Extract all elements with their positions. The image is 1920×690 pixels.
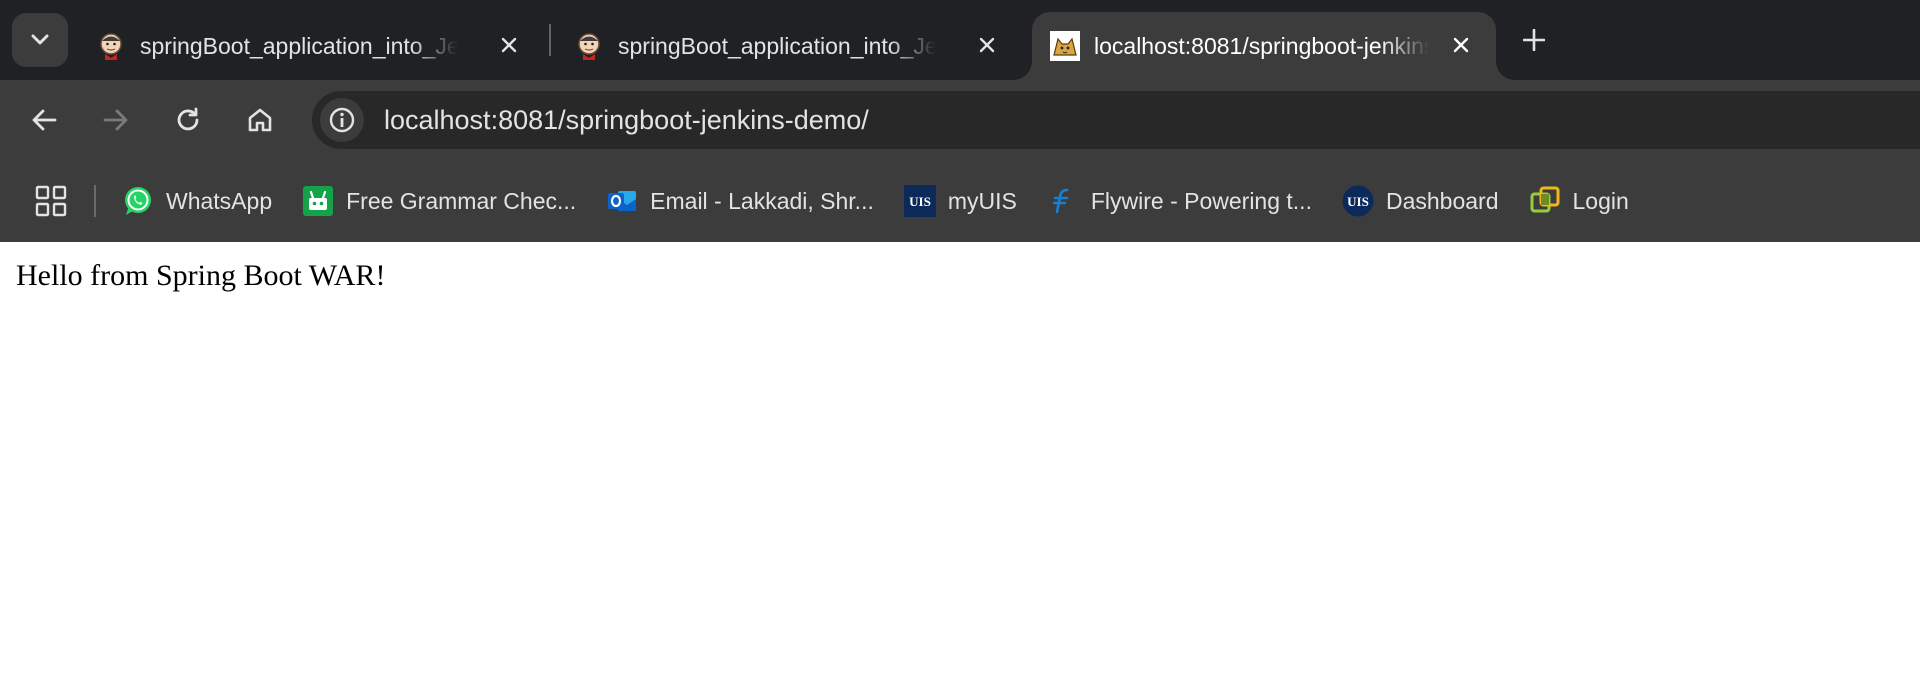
uis-icon: UIS xyxy=(1342,185,1374,217)
bookmark-label: Flywire - Powering t... xyxy=(1090,187,1312,214)
svg-text:UIS: UIS xyxy=(909,194,931,209)
bookmark-label: Email - Lakkadi, Shr... xyxy=(650,187,874,214)
home-icon xyxy=(248,108,272,132)
tab-title: springBoot_application_into_Jenkins xyxy=(140,32,458,59)
page-content: Hello from Spring Boot WAR! xyxy=(0,242,1920,690)
whatsapp-icon xyxy=(125,187,151,215)
vmware-icon xyxy=(1530,186,1559,213)
close-icon xyxy=(501,37,517,53)
tab-strip: springBoot_application_into_Jenkins spri… xyxy=(0,0,1920,80)
reload-button[interactable] xyxy=(168,100,208,140)
page-message: Hello from Spring Boot WAR! xyxy=(16,259,386,292)
reload-icon xyxy=(177,107,199,131)
arrow-right-icon xyxy=(103,109,128,131)
tab-title: localhost:8081/springboot-jenkins-demo/ xyxy=(1094,32,1430,59)
browser-toolbar: localhost:8081/springboot-jenkins-demo/ xyxy=(0,80,1920,160)
plus-icon xyxy=(1523,29,1545,51)
tab-search-button[interactable] xyxy=(12,13,68,67)
tab-close-button[interactable] xyxy=(1444,28,1478,62)
close-icon xyxy=(979,37,995,53)
bookmark-myuis[interactable]: UIS myUIS xyxy=(894,179,1029,223)
svg-text:UIS: UIS xyxy=(1347,194,1369,209)
bookmark-grammar-checker[interactable]: Free Grammar Chec... xyxy=(292,179,588,223)
bookmarks-divider xyxy=(94,185,96,217)
bookmark-label: myUIS xyxy=(947,187,1017,214)
jenkins-icon xyxy=(100,33,122,60)
bookmark-whatsapp[interactable]: WhatsApp xyxy=(112,179,284,223)
back-button[interactable] xyxy=(24,100,64,140)
info-icon xyxy=(329,107,355,133)
tab-2[interactable]: springBoot_application_into_Jenkins xyxy=(574,12,1004,80)
chevron-down-icon xyxy=(31,34,49,45)
tomcat-icon xyxy=(1050,31,1080,61)
flywire-icon xyxy=(1052,188,1069,214)
close-icon xyxy=(1453,37,1469,53)
tab-close-button[interactable] xyxy=(970,28,1004,62)
tab-title: springBoot_application_into_Jenkins xyxy=(618,32,936,59)
bookmark-label: Free Grammar Chec... xyxy=(346,187,577,214)
grammar-checker-icon xyxy=(303,186,334,216)
bookmark-email[interactable]: Email - Lakkadi, Shr... xyxy=(596,179,886,223)
bookmark-flywire[interactable]: Flywire - Powering t... xyxy=(1037,179,1324,223)
tab-close-button[interactable] xyxy=(492,28,526,62)
new-tab-button[interactable] xyxy=(1516,22,1552,58)
bookmarks-bar: WhatsApp Free Grammar Chec... Email - La… xyxy=(0,160,1920,242)
forward-button[interactable] xyxy=(96,100,136,140)
bookmark-label: Login xyxy=(1572,187,1629,214)
uis-icon: UIS xyxy=(903,185,936,217)
tab-3-active[interactable]: localhost:8081/springboot-jenkins-demo/ xyxy=(1014,12,1514,80)
bookmark-label: WhatsApp xyxy=(166,187,273,214)
site-info-button[interactable] xyxy=(320,98,364,142)
address-bar[interactable]: localhost:8081/springboot-jenkins-demo/ xyxy=(312,91,1920,149)
home-button[interactable] xyxy=(240,100,280,140)
jenkins-icon xyxy=(578,33,600,60)
bookmark-dashboard[interactable]: UIS Dashboard xyxy=(1332,179,1511,223)
url-text[interactable]: localhost:8081/springboot-jenkins-demo/ xyxy=(384,105,869,136)
bookmark-label: Dashboard xyxy=(1385,187,1499,214)
outlook-icon xyxy=(608,191,637,211)
bookmark-login[interactable]: Login xyxy=(1519,179,1641,223)
tab-1[interactable]: springBoot_application_into_Jenkins xyxy=(96,12,526,80)
tab-divider xyxy=(549,24,551,56)
apps-grid-icon[interactable] xyxy=(34,184,68,218)
arrow-left-icon xyxy=(32,109,57,131)
